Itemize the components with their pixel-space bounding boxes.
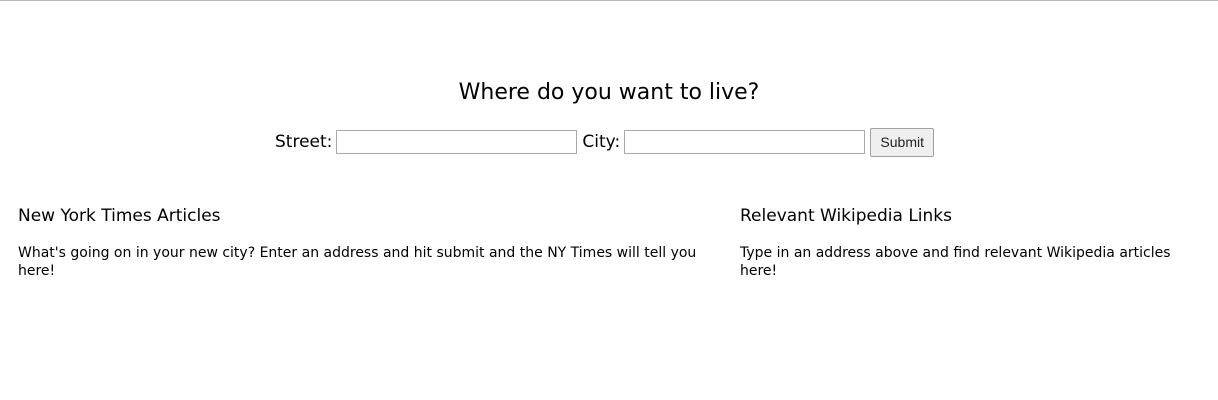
page-title: Where do you want to live? xyxy=(458,80,760,105)
street-label: Street: xyxy=(275,132,333,152)
page: Where do you want to live? Street: City:… xyxy=(0,0,1218,400)
wiki-section: Relevant Wikipedia Links Type in an addr… xyxy=(740,204,1200,280)
top-divider xyxy=(0,0,1218,1)
wiki-heading: Relevant Wikipedia Links xyxy=(740,206,952,226)
address-form: Street: City: Submit xyxy=(275,127,935,157)
street-input[interactable] xyxy=(336,130,578,154)
submit-button[interactable]: Submit xyxy=(870,127,935,157)
nyt-heading: New York Times Articles xyxy=(18,206,221,226)
city-label: City: xyxy=(582,132,621,152)
city-input[interactable] xyxy=(624,130,866,154)
nyt-body: What's going on in your new city? Enter … xyxy=(18,245,697,279)
nyt-section: New York Times Articles What's going on … xyxy=(18,204,718,280)
wiki-body: Type in an address above and find releva… xyxy=(740,245,1171,279)
